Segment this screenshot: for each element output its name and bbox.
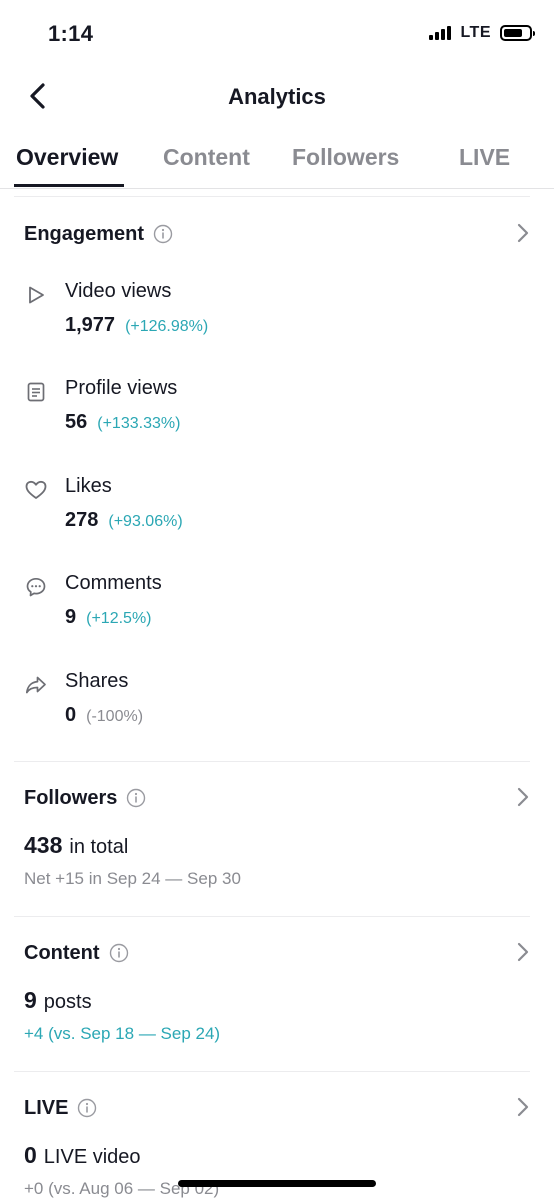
live-title: LIVE <box>24 1096 69 1119</box>
heart-icon <box>24 478 48 502</box>
content-header[interactable]: Content <box>24 937 530 969</box>
divider <box>14 761 530 762</box>
divider <box>14 916 530 917</box>
info-icon[interactable] <box>109 943 129 963</box>
page-title: Analytics <box>228 84 326 109</box>
followers-count: 438 <box>24 832 63 858</box>
chevron-right-icon <box>517 942 529 962</box>
tab-indicator <box>14 184 124 187</box>
content-posts: 9 posts <box>24 987 92 1014</box>
signal-icon <box>429 26 452 40</box>
tab-content[interactable]: Content <box>163 144 250 171</box>
network-label: LTE <box>460 24 491 41</box>
metric-label: Comments <box>65 572 162 594</box>
followers-title: Followers <box>24 786 118 809</box>
content-title: Content <box>24 941 100 964</box>
chevron-right-icon <box>517 223 529 243</box>
metric-change: (-100%) <box>86 708 144 725</box>
live-count: 0 <box>24 1142 37 1168</box>
share-icon <box>24 673 48 697</box>
content-change: +4 (vs. Sep 18 — Sep 24) <box>24 1024 221 1043</box>
live-suffix: LIVE video <box>43 1146 141 1168</box>
status-indicators: LTE <box>429 24 535 42</box>
home-indicator[interactable] <box>178 1180 376 1187</box>
metric-video-views: Video views 1,977 (+126.98%) <box>24 280 530 360</box>
followers-total: 438 in total <box>24 832 128 859</box>
metric-label: Likes <box>65 475 112 497</box>
followers-header[interactable]: Followers <box>24 782 530 814</box>
metric-profile-views: Profile views 56 (+133.33%) <box>24 377 530 457</box>
tab-live[interactable]: LIVE <box>459 144 510 171</box>
chevron-right-icon <box>517 787 529 807</box>
play-icon <box>24 283 48 307</box>
metric-value: 0 <box>65 704 77 726</box>
nav-bar: Analytics <box>0 66 554 128</box>
metric-label: Video views <box>65 280 172 302</box>
metric-value: 278 <box>65 509 99 531</box>
engagement-header[interactable]: Engagement <box>24 218 530 250</box>
metric-label: Profile views <box>65 377 178 399</box>
metric-value: 1,977 <box>65 314 116 336</box>
comment-icon <box>24 575 48 599</box>
live-header[interactable]: LIVE <box>24 1092 530 1124</box>
metric-value: 9 <box>65 606 77 628</box>
followers-net: Net +15 in Sep 24 — Sep 30 <box>24 869 241 888</box>
metric-change: (+133.33%) <box>97 415 181 432</box>
metric-change: (+126.98%) <box>125 318 209 335</box>
chevron-right-icon <box>517 1097 529 1117</box>
metric-comments: Comments 9 (+12.5%) <box>24 572 530 652</box>
metric-change: (+93.06%) <box>108 513 183 530</box>
metric-shares: Shares 0 (-100%) <box>24 670 530 750</box>
metric-value: 56 <box>65 411 88 433</box>
status-time: 1:14 <box>48 21 94 46</box>
metric-label: Shares <box>65 670 129 692</box>
tab-followers[interactable]: Followers <box>292 144 399 171</box>
metric-change: (+12.5%) <box>86 610 152 627</box>
info-icon[interactable] <box>77 1098 97 1118</box>
divider <box>14 1071 530 1072</box>
followers-suffix: in total <box>69 836 129 858</box>
tab-overview[interactable]: Overview <box>16 144 118 171</box>
info-icon[interactable] <box>126 788 146 808</box>
posts-suffix: posts <box>43 991 92 1013</box>
battery-icon <box>500 25 535 41</box>
posts-count: 9 <box>24 987 37 1013</box>
status-bar: 1:14 LTE <box>0 0 554 66</box>
engagement-title: Engagement <box>24 222 145 245</box>
live-count-line: 0 LIVE video <box>24 1142 141 1169</box>
profile-doc-icon <box>24 380 48 404</box>
metric-likes: Likes 278 (+93.06%) <box>24 475 530 555</box>
info-icon[interactable] <box>153 224 173 244</box>
divider <box>14 196 530 197</box>
tab-bar: Overview Content Followers LIVE <box>0 132 554 189</box>
